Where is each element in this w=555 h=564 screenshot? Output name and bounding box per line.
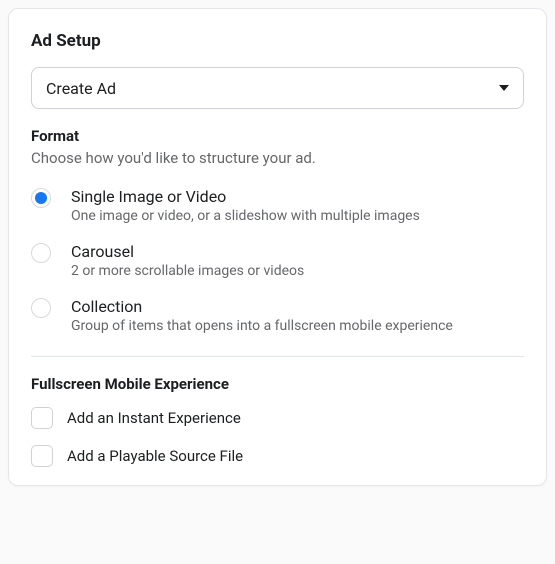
radio-input[interactable] (31, 188, 51, 208)
format-option-collection[interactable]: Collection Group of items that opens int… (31, 297, 524, 334)
radio-input[interactable] (31, 298, 51, 318)
radio-desc: One image or video, or a slideshow with … (71, 208, 420, 224)
format-radio-group: Single Image or Video One image or video… (31, 187, 524, 334)
radio-title: Carousel (71, 242, 304, 261)
check-label: Add a Playable Source File (67, 447, 243, 465)
card-title: Ad Setup (31, 31, 524, 51)
radio-texts: Collection Group of items that opens int… (71, 297, 453, 334)
radio-input[interactable] (31, 243, 51, 263)
format-option-single[interactable]: Single Image or Video One image or video… (31, 187, 524, 224)
ad-type-select[interactable]: Create Ad (31, 67, 524, 109)
radio-texts: Carousel 2 or more scrollable images or … (71, 242, 304, 279)
fullscreen-label: Fullscreen Mobile Experience (31, 375, 524, 393)
check-instant-experience[interactable]: Add an Instant Experience (31, 407, 524, 429)
divider (31, 356, 524, 357)
radio-texts: Single Image or Video One image or video… (71, 187, 420, 224)
format-label: Format (31, 127, 524, 145)
format-option-carousel[interactable]: Carousel 2 or more scrollable images or … (31, 242, 524, 279)
checkbox-input[interactable] (31, 407, 53, 429)
radio-title: Collection (71, 297, 453, 316)
check-label: Add an Instant Experience (67, 409, 241, 427)
ad-type-select-value: Create Ad (46, 79, 116, 98)
fullscreen-check-group: Add an Instant Experience Add a Playable… (31, 407, 524, 467)
checkbox-input[interactable] (31, 445, 53, 467)
chevron-down-icon (499, 85, 509, 91)
check-playable-source[interactable]: Add a Playable Source File (31, 445, 524, 467)
radio-desc: 2 or more scrollable images or videos (71, 263, 304, 279)
radio-title: Single Image or Video (71, 187, 420, 206)
radio-desc: Group of items that opens into a fullscr… (71, 318, 453, 334)
format-help: Choose how you'd like to structure your … (31, 149, 524, 167)
ad-setup-card: Ad Setup Create Ad Format Choose how you… (8, 8, 547, 486)
